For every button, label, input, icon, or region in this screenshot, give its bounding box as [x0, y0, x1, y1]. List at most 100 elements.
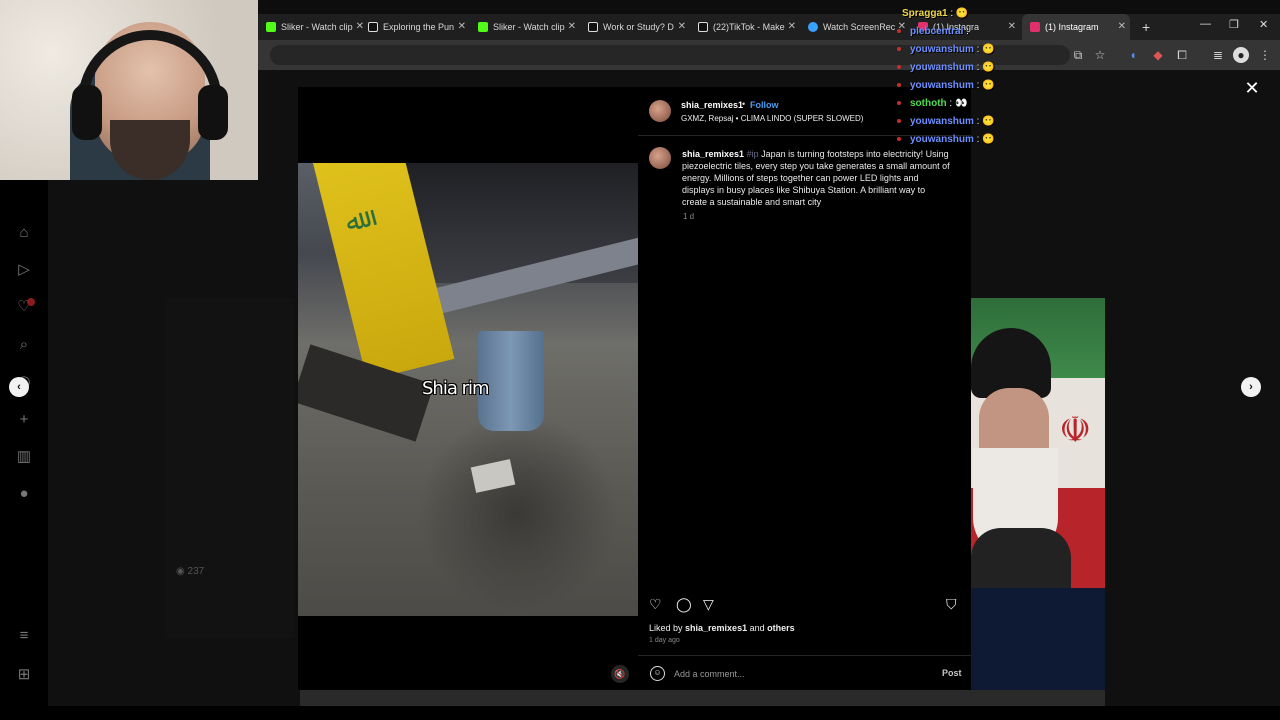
headphones-left-cup	[72, 85, 102, 140]
kick-logo-icon	[478, 22, 488, 32]
audio-track[interactable]: GXMZ, Repsaj • CLIMA LINDO (SUPER SLOWED…	[681, 114, 863, 123]
chat-separator: :	[973, 134, 983, 145]
liked-others[interactable]: others	[767, 623, 795, 633]
post-date: 1 day ago	[649, 637, 680, 644]
chat-text: 😶	[982, 62, 995, 73]
divider	[638, 655, 971, 656]
tab-kick-1[interactable]: Sliker - Watch clip ✕	[258, 14, 368, 40]
tab-close-icon[interactable]: ✕	[1008, 21, 1016, 32]
install-app-icon[interactable]: ⧉	[1070, 47, 1086, 63]
share-icon[interactable]: ▽	[703, 596, 714, 613]
create-icon[interactable]: +	[14, 410, 34, 430]
window-close-button[interactable]: ✕	[1259, 18, 1268, 31]
profile-avatar-icon[interactable]: ●	[1233, 47, 1249, 63]
profile-icon[interactable]: ●	[14, 484, 34, 504]
chat-badge-icon	[897, 47, 901, 52]
comment-input[interactable]	[674, 667, 914, 681]
tiktok-logo-icon	[698, 22, 708, 32]
chat-message: youwanshum : 😶	[897, 80, 995, 94]
webcam-overlay	[0, 0, 258, 180]
puzzle-icon[interactable]: ⧠	[1174, 47, 1190, 63]
chat-username: youwanshum	[910, 134, 974, 145]
tab-close-icon[interactable]: ✕	[458, 21, 466, 32]
emoji-icon[interactable]: ☺	[650, 666, 665, 681]
media-control-icon[interactable]: ◖	[1125, 47, 1141, 63]
extension-icon[interactable]: ◆	[1150, 47, 1166, 63]
chat-text: 😶	[982, 44, 995, 55]
chat-text: 😶	[982, 80, 995, 91]
tab-label: Sliker - Watch clip	[493, 22, 565, 32]
menu-icon[interactable]: ≡	[14, 626, 34, 646]
tab-label: Work or Study? D	[603, 22, 674, 32]
kebab-menu-icon[interactable]: ⋮	[1257, 47, 1273, 63]
more-icon[interactable]: ⊞	[14, 665, 34, 685]
background-reel-thumbnail[interactable]	[165, 298, 295, 638]
tab-tiktok-3[interactable]: (22)TikTok - Make ✕	[690, 14, 800, 40]
chat-badge-icon	[897, 83, 901, 88]
tab-close-icon[interactable]: ✕	[788, 21, 796, 32]
home-icon[interactable]: ⌂	[14, 223, 34, 243]
liked-user[interactable]: shia_remixes1	[685, 623, 747, 633]
previous-post-button[interactable]: ‹	[9, 377, 29, 397]
chat-badge-icon	[897, 137, 901, 142]
tab-label: (1) Instagram	[1045, 22, 1099, 32]
comment-icon[interactable]: ◯	[676, 596, 692, 613]
tab-close-icon[interactable]: ✕	[678, 21, 686, 32]
post-side-panel: shia_remixes1 • Follow GXMZ, Repsaj • CL…	[638, 87, 971, 690]
caption-avatar[interactable]	[649, 147, 671, 169]
separator-dot: •	[742, 99, 746, 109]
tab-close-icon[interactable]: ✕	[1118, 21, 1126, 32]
minimize-button[interactable]: —	[1200, 18, 1211, 30]
headphones-right-cup	[198, 85, 228, 140]
chat-badge-icon	[897, 29, 901, 34]
search-icon[interactable]: ⌕	[14, 335, 34, 355]
chat-badge-icon	[897, 65, 901, 70]
left-navigation: ⌂ ▷ ♡ ⌕ ◎ + ▥ ● ≡ ⊞	[0, 180, 48, 720]
chat-separator: :	[973, 116, 983, 127]
chat-message: youwanshum : 😶	[897, 116, 995, 130]
reels-icon[interactable]: ▷	[14, 260, 34, 280]
mute-icon[interactable]: 🔇	[611, 665, 629, 683]
like-icon[interactable]: ♡	[649, 596, 662, 613]
new-tab-button[interactable]: +	[1134, 14, 1154, 40]
tab-instagram-active[interactable]: (1) Instagram ✕	[1022, 14, 1130, 40]
tab-tiktok-2[interactable]: Work or Study? D ✕	[580, 14, 690, 40]
post-comment-button[interactable]: Post	[942, 668, 962, 678]
author-username[interactable]: shia_remixes1	[681, 100, 743, 110]
flag-emblem: ☫	[1059, 410, 1092, 451]
chat-username: youwanshum	[910, 44, 974, 55]
chat-message: youwanshum : 😶	[897, 44, 995, 58]
chat-message: plebcentral :	[897, 26, 969, 40]
post-media[interactable]: ﷲ Shia rim 🔇	[298, 87, 638, 690]
next-post-button[interactable]: ›	[1241, 377, 1261, 397]
reading-list-icon[interactable]: ≣	[1210, 47, 1226, 63]
chat-message: sothoth : 👀	[897, 98, 967, 112]
tab-kick-2[interactable]: Sliker - Watch clip ✕	[470, 14, 580, 40]
chat-username: youwanshum	[910, 62, 974, 73]
chat-text: 😶	[982, 116, 995, 127]
tab-tiktok-1[interactable]: Exploring the Pun ✕	[360, 14, 470, 40]
restore-button[interactable]: ❐	[1229, 18, 1239, 31]
bookmark-star-icon[interactable]: ☆	[1092, 47, 1108, 63]
background-reel-image[interactable]: ☫	[971, 298, 1105, 690]
tab-screenrec[interactable]: Watch ScreenRec ✕	[800, 14, 910, 40]
view-count-value: 237	[187, 566, 205, 577]
follow-button[interactable]: Follow	[750, 100, 779, 110]
liked-prefix: Liked by	[649, 623, 686, 633]
tab-close-icon[interactable]: ✕	[568, 21, 576, 32]
chat-username: youwanshum	[910, 116, 974, 127]
chat-text: 👀	[955, 98, 968, 109]
close-icon[interactable]: ✕	[1244, 79, 1260, 97]
chat-message: Spragga1 : 😶	[902, 8, 968, 22]
video-frame[interactable]: ﷲ Shia rim	[298, 163, 638, 616]
post-caption: shia_remixes1 #ip Japan is turning foots…	[682, 148, 952, 208]
save-icon[interactable]: ⛉	[946, 596, 957, 613]
notification-badge	[27, 298, 35, 306]
author-avatar[interactable]	[649, 100, 671, 122]
video-caption: Shia rim	[422, 378, 490, 399]
caption-username[interactable]: shia_remixes1	[682, 149, 744, 159]
liked-and: and	[747, 623, 768, 633]
insights-icon[interactable]: ▥	[14, 447, 34, 467]
caption-tag[interactable]: #ip	[747, 149, 759, 159]
chat-username: sothoth	[910, 98, 947, 109]
